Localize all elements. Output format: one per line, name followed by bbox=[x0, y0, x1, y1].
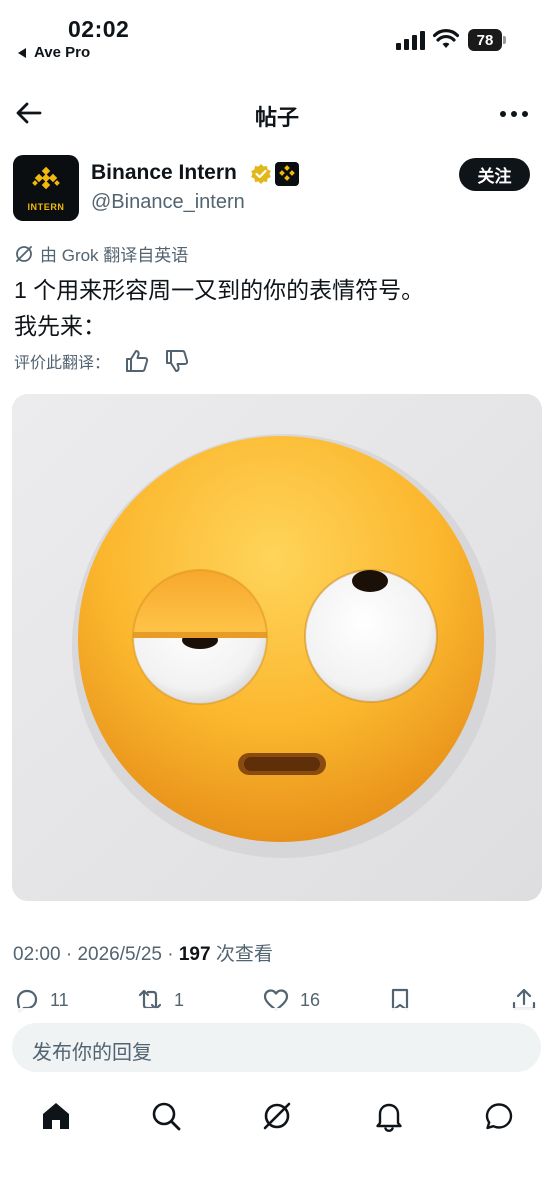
post-date: 2026/5/25 bbox=[77, 944, 162, 965]
reply-placeholder: 发布你的回复 bbox=[32, 1042, 152, 1064]
battery-tip bbox=[503, 36, 506, 44]
back-triangle-icon bbox=[18, 47, 26, 58]
reply-bar-fade bbox=[0, 1008, 554, 1024]
post-text: 1 个用来形容周一又到的你的表情符号。 我先来： bbox=[14, 272, 424, 344]
grok-translation-note: 由 Grok 翻译自英语 bbox=[14, 241, 188, 266]
status-time: 02:02 bbox=[68, 16, 130, 42]
search-icon[interactable] bbox=[149, 1099, 183, 1133]
verified-badge-icon bbox=[251, 164, 271, 184]
binance-logo-icon bbox=[32, 166, 60, 190]
home-icon[interactable] bbox=[39, 1099, 73, 1133]
battery-level: 78 bbox=[468, 29, 502, 51]
view-count: 197 bbox=[178, 944, 211, 965]
wifi-icon bbox=[433, 29, 459, 48]
eye-roll-emoji-image bbox=[12, 394, 542, 901]
post-text-line-1: 1 个用来形容周一又到的你的表情符号。 bbox=[14, 277, 425, 303]
translation-note-text: 由 Grok 翻译自英语 bbox=[40, 246, 189, 265]
rate-translation-row: 评价此翻译： bbox=[14, 348, 190, 374]
page-title: 帖子 bbox=[254, 105, 299, 130]
post-time: 02:00 bbox=[13, 944, 61, 965]
author-handle[interactable]: @Binance_intern bbox=[91, 191, 245, 214]
notifications-bell-icon[interactable] bbox=[372, 1099, 406, 1133]
reply-input[interactable]: 发布你的回复 bbox=[12, 1023, 541, 1072]
back-to-app-link[interactable]: Ave Pro bbox=[18, 44, 90, 61]
messages-icon[interactable] bbox=[482, 1099, 516, 1133]
battery-indicator: 78 bbox=[468, 29, 508, 51]
grok-nav-icon[interactable] bbox=[260, 1099, 294, 1133]
post-text-line-2: 我先来： bbox=[14, 313, 106, 339]
cellular-signal-icon bbox=[396, 31, 425, 50]
avatar[interactable]: INTERN bbox=[13, 155, 79, 221]
grok-icon bbox=[16, 245, 32, 262]
follow-button[interactable]: 关注 bbox=[459, 158, 530, 191]
more-options-icon[interactable] bbox=[497, 100, 531, 128]
back-app-label: Ave Pro bbox=[34, 44, 91, 61]
thumbs-down-icon[interactable] bbox=[164, 348, 190, 374]
post-image[interactable] bbox=[12, 394, 542, 901]
post-meta: 02:00 · 2026/5/25 · 197 次查看 bbox=[13, 944, 273, 965]
avatar-label: INTERN bbox=[27, 202, 65, 212]
author-name[interactable]: Binance Intern bbox=[91, 161, 237, 185]
rate-translation-label: 评价此翻译： bbox=[14, 355, 111, 372]
affiliate-badge-icon bbox=[275, 162, 299, 186]
thumbs-up-icon[interactable] bbox=[124, 348, 150, 374]
views-label: 次查看 bbox=[215, 944, 273, 965]
